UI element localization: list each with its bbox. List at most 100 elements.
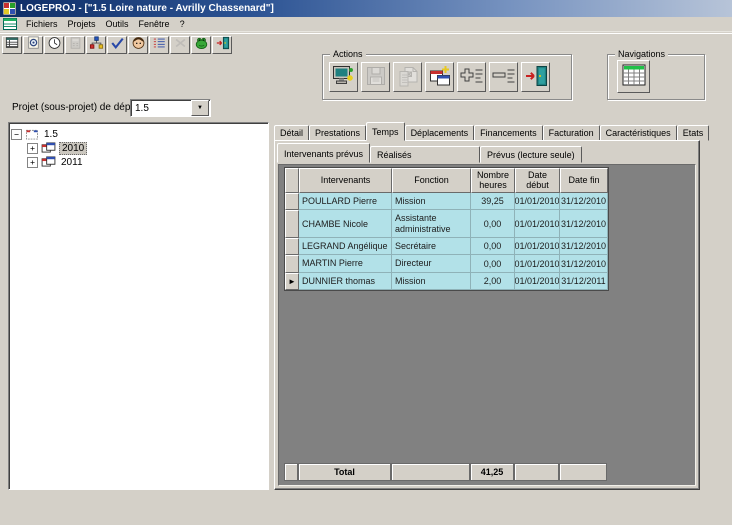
cell-intervenant[interactable]: CHAMBE Nicole	[299, 210, 392, 238]
cell-fonction[interactable]: Directeur	[392, 255, 471, 272]
tab-facturation[interactable]: Facturation	[543, 125, 600, 141]
action-button-window-add[interactable]	[425, 62, 454, 92]
action-button-row-add[interactable]	[457, 62, 486, 92]
toolbar-button-refresh	[170, 36, 190, 54]
sub-tabs: Intervenants prévusRéalisésPrévus (lectu…	[277, 143, 582, 163]
toolbar-button-clock[interactable]	[44, 36, 64, 54]
toolbar-button-org-chart[interactable]	[86, 36, 106, 54]
tab-temps[interactable]: Temps	[366, 122, 405, 141]
cell-heures[interactable]: 0,00	[471, 210, 515, 238]
tree-node-2011[interactable]: +2011	[27, 156, 266, 169]
project-combobox-value: 1.5	[131, 103, 191, 114]
table-row: POULLARD PierreMission39,2501/01/201031/…	[285, 193, 608, 210]
project-tree[interactable]: − 1.5 +2010+2011	[8, 122, 269, 490]
tab-financements[interactable]: Financements	[474, 125, 543, 141]
tab-caracteristiques[interactable]: Caractéristiques	[600, 125, 677, 141]
intervenants-panel: IntervenantsFonctionNombre heuresDate dé…	[278, 164, 696, 486]
column-header-date-debut: Date début	[515, 168, 560, 193]
cell-date-debut[interactable]: 01/01/2010	[515, 210, 560, 238]
tab-deplacements[interactable]: Déplacements	[405, 125, 475, 141]
tab-detail[interactable]: Détail	[274, 125, 309, 141]
tree-node-root[interactable]: − 1.5	[11, 128, 266, 141]
menu-fichiers[interactable]: Fichiers	[21, 18, 63, 30]
cell-fonction[interactable]: Assistante administrative	[392, 210, 471, 238]
row-selector[interactable]	[285, 255, 299, 272]
grid-total-row: Total 41,25	[284, 463, 607, 481]
cell-date-fin[interactable]: 31/12/2010	[560, 210, 608, 238]
cell-intervenant[interactable]: POULLARD Pierre	[299, 193, 392, 210]
toolbar-button-exit-door[interactable]	[212, 36, 232, 54]
toolbar-button-frog[interactable]	[191, 36, 211, 54]
expand-icon[interactable]: +	[27, 157, 38, 168]
tree-node-label[interactable]: 2010	[59, 142, 87, 155]
cell-intervenant[interactable]: DUNNIER thomas	[299, 273, 392, 290]
project-combobox[interactable]: 1.5 ▼	[130, 99, 211, 117]
total-fonction-cell	[391, 463, 470, 481]
menu-fenetre[interactable]: Fenêtre	[134, 18, 175, 30]
navigation-button-nav-table[interactable]	[617, 60, 650, 93]
row-remove-icon	[492, 65, 516, 90]
chevron-down-icon[interactable]: ▼	[191, 100, 209, 116]
header-selector-cell	[285, 168, 299, 193]
cell-date-fin[interactable]: 31/12/2010	[560, 238, 608, 255]
total-label-cell: Total	[298, 463, 391, 481]
action-button-screen-new[interactable]	[329, 62, 358, 92]
cell-date-fin[interactable]: 31/12/2010	[560, 193, 608, 210]
total-date-fin-cell	[559, 463, 607, 481]
row-selector[interactable]	[285, 238, 299, 255]
tree-node-label[interactable]: 2011	[59, 157, 85, 168]
door-exit-icon	[524, 65, 548, 90]
row-selector[interactable]	[285, 210, 299, 238]
clock-icon	[47, 36, 62, 53]
cell-intervenant[interactable]: LEGRAND Angélique	[299, 238, 392, 255]
cell-fonction[interactable]: Mission	[392, 193, 471, 210]
cell-fonction[interactable]: Mission	[392, 273, 471, 290]
menu-[interactable]: ?	[175, 18, 190, 30]
tab-prestations[interactable]: Prestations	[309, 125, 366, 141]
row-selector[interactable]: ►	[285, 273, 299, 290]
cell-heures[interactable]: 0,00	[471, 255, 515, 272]
tab-etats[interactable]: Etats	[677, 125, 710, 141]
subtab-intervenants-prevus[interactable]: Intervenants prévus	[277, 143, 370, 163]
menu-outils[interactable]: Outils	[101, 18, 134, 30]
tree-node-2010[interactable]: +2010	[27, 142, 266, 155]
cell-date-fin[interactable]: 31/12/2010	[560, 255, 608, 272]
expand-icon[interactable]: +	[27, 143, 38, 154]
menu-projets[interactable]: Projets	[63, 18, 101, 30]
total-heures-cell: 41,25	[470, 463, 514, 481]
toolbar-button-preview[interactable]	[23, 36, 43, 54]
row-add-icon	[460, 65, 484, 90]
action-button-door-exit[interactable]	[521, 62, 550, 92]
screen-new-icon	[332, 65, 356, 90]
toolbar-button-person[interactable]	[128, 36, 148, 54]
actions-buttons	[329, 62, 550, 92]
cell-date-debut[interactable]: 01/01/2010	[515, 238, 560, 255]
cell-date-debut[interactable]: 01/01/2010	[515, 193, 560, 210]
calculator-icon	[68, 36, 83, 53]
column-header-intervenants: Intervenants	[299, 168, 392, 193]
cell-heures[interactable]: 0,00	[471, 238, 515, 255]
cell-date-debut[interactable]: 01/01/2010	[515, 273, 560, 290]
mdi-child-icon[interactable]	[3, 18, 17, 30]
title-bar[interactable]: LOGEPROJ - ["1.5 Loire nature - Avrilly …	[0, 0, 732, 17]
cell-date-fin[interactable]: 31/12/2011	[560, 273, 608, 290]
cell-date-debut[interactable]: 01/01/2010	[515, 255, 560, 272]
actions-groupbox: Actions	[322, 54, 572, 100]
collapse-icon[interactable]: −	[11, 129, 22, 140]
menu-items: FichiersProjetsOutilsFenêtre?	[21, 18, 190, 30]
toolbar-button-check[interactable]	[107, 36, 127, 54]
subtab-prevus-lecture-seule[interactable]: Prévus (lecture seule)	[480, 146, 582, 163]
cell-heures[interactable]: 2,00	[471, 273, 515, 290]
person-icon	[131, 36, 146, 53]
action-button-row-remove[interactable]	[489, 62, 518, 92]
tab-control: DétailPrestationsTempsDéplacementsFinanc…	[274, 122, 700, 490]
toolbar-button-grid-table[interactable]	[2, 36, 22, 54]
tree-root-label[interactable]: 1.5	[42, 129, 60, 140]
cell-heures[interactable]: 39,25	[471, 193, 515, 210]
row-selector[interactable]	[285, 193, 299, 210]
cell-intervenant[interactable]: MARTIN Pierre	[299, 255, 392, 272]
windows-icon	[41, 142, 56, 156]
cell-fonction[interactable]: Secrétaire	[392, 238, 471, 255]
toolbar-button-list-arrow[interactable]	[149, 36, 169, 54]
subtab-realises[interactable]: Réalisés	[370, 146, 480, 163]
